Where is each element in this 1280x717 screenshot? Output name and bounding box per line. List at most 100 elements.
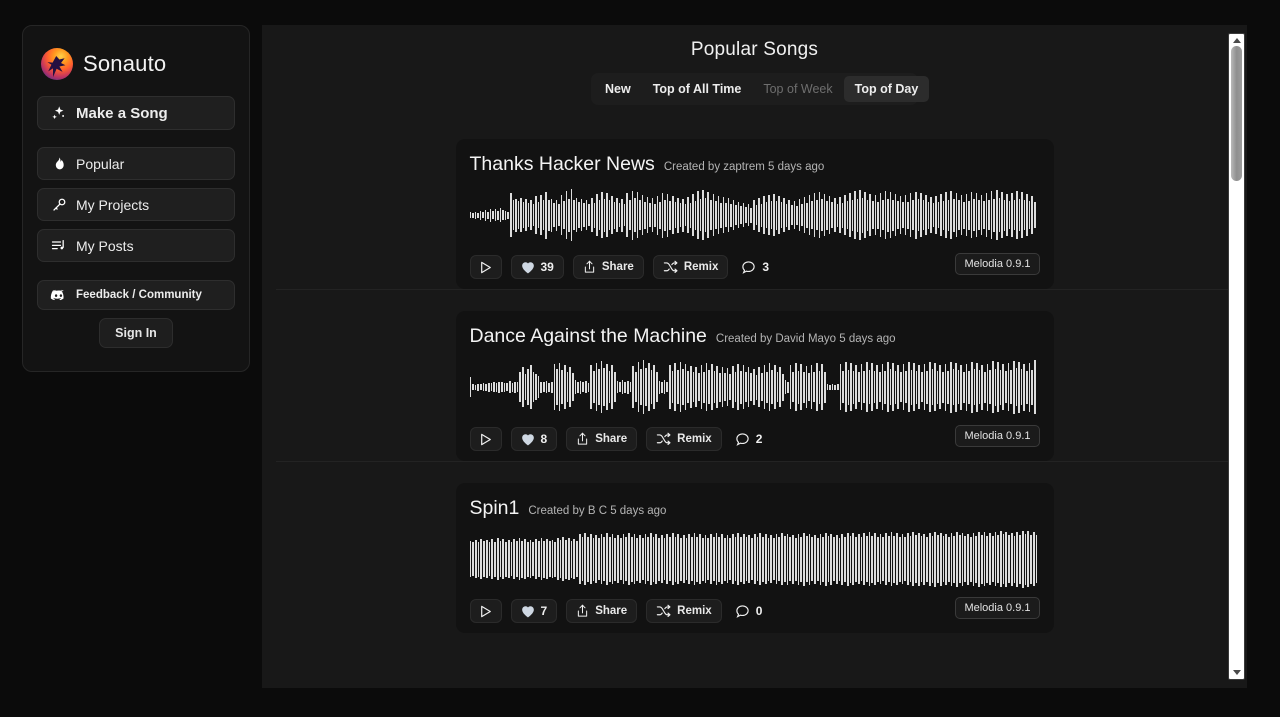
waveform-bar: [1013, 535, 1016, 583]
scroll-up-arrow-icon[interactable]: [1229, 35, 1244, 46]
waveform-bar: [768, 195, 770, 235]
comment-button[interactable]: 2: [731, 427, 767, 451]
sign-in-row: Sign In: [37, 318, 235, 348]
waveform-bar: [1021, 192, 1023, 238]
waveform-bar: [579, 380, 582, 394]
waveform-bar: [611, 534, 614, 584]
like-button[interactable]: 8: [510, 427, 558, 451]
waveform-bar: [784, 380, 787, 394]
waveform-bar: [950, 191, 952, 239]
waveform-bar: [768, 363, 771, 411]
waveform-bar: [510, 542, 513, 576]
song-card[interactable]: Spin1 Created by B C 5 days ago 7 Share Remi…: [455, 483, 1054, 633]
waveform-bar: [826, 200, 828, 230]
waveform-bar: [1019, 534, 1021, 584]
waveform-bar: [556, 369, 558, 405]
waveform-bar: [677, 534, 680, 584]
like-button[interactable]: 39: [510, 255, 564, 279]
waveform-bar: [849, 193, 851, 237]
sidebar-item-my-projects[interactable]: My Projects: [37, 188, 235, 221]
waveform-bar: [792, 372, 794, 402]
waveform-bar: [1010, 370, 1012, 404]
waveform-bar: [831, 202, 833, 228]
remix-button[interactable]: Remix: [646, 427, 722, 451]
waveform-bar: [750, 373, 752, 401]
sonauto-bird-logo-icon: [41, 48, 73, 80]
waveform-bar: [835, 534, 838, 584]
shuffle-icon: [656, 604, 671, 618]
play-button[interactable]: [469, 599, 502, 623]
waveform-bar: [589, 534, 592, 584]
waveform-bar: [720, 202, 722, 228]
sidebar-item-my-posts[interactable]: My Posts: [37, 229, 235, 262]
waveform-bar: [726, 535, 729, 583]
waveform-bar: [658, 380, 661, 394]
waveform-bar: [558, 363, 561, 411]
waveform-bar: [969, 536, 972, 582]
waveform-bar: [892, 199, 894, 231]
waveform-bar: [482, 212, 484, 218]
vertical-scrollbar[interactable]: [1228, 33, 1245, 680]
waveform-bar: [953, 535, 956, 583]
waveform-bar: [487, 211, 489, 219]
sidebar-item-label: My Posts: [76, 237, 134, 254]
waveform-bar: [1023, 200, 1026, 230]
song-card-row: Thanks Hacker News Created by zaptrem 5 d…: [262, 117, 1247, 289]
scrollbar-thumb[interactable]: [1231, 46, 1242, 181]
song-card[interactable]: Dance Against the Machine Created by Davi…: [455, 311, 1054, 461]
waveform-bar: [616, 198, 618, 232]
scroll-down-arrow-icon[interactable]: [1229, 667, 1244, 678]
waveform-bar: [569, 367, 571, 407]
remix-button[interactable]: Remix: [652, 255, 729, 279]
waveform-bar: [515, 198, 517, 232]
make-a-song-button[interactable]: Make a Song: [37, 96, 235, 130]
share-button[interactable]: Share: [566, 427, 638, 451]
waveform-bar: [834, 198, 836, 232]
play-button[interactable]: [469, 255, 502, 279]
waveform-bar: [850, 363, 852, 411]
waveform-bar: [718, 372, 721, 402]
comment-button[interactable]: 0: [731, 599, 767, 623]
feedback-community-button[interactable]: Feedback / Community: [37, 280, 235, 310]
waveform-bar: [565, 191, 568, 239]
waveform-bar: [805, 366, 808, 408]
play-button[interactable]: [469, 427, 502, 451]
waveform-bar: [841, 202, 844, 228]
waveform-bar: [540, 538, 543, 580]
waveform-bar: [567, 538, 570, 580]
waveform[interactable]: [469, 357, 1040, 417]
tab-top-of-day[interactable]: Top of Day: [843, 76, 930, 102]
waveform-bar: [942, 371, 944, 403]
waveform-bar: [659, 201, 661, 229]
waveform-bar: [927, 201, 930, 229]
share-button[interactable]: Share: [566, 599, 638, 623]
waveform-bar: [598, 369, 600, 405]
waveform-bar: [695, 367, 697, 407]
waveform-bar: [603, 537, 606, 581]
waveform-bar: [789, 365, 792, 409]
like-button[interactable]: 7: [510, 599, 558, 623]
waveform[interactable]: [469, 185, 1040, 245]
waveform-bar: [796, 205, 798, 225]
remix-button[interactable]: Remix: [646, 599, 722, 623]
waveform-bar: [590, 365, 592, 409]
sign-in-button[interactable]: Sign In: [99, 318, 173, 348]
waveform-bar: [921, 372, 923, 402]
waveform-bar: [553, 203, 555, 227]
share-icon: [576, 432, 589, 446]
tab-new[interactable]: New: [594, 76, 642, 102]
waveform-bar: [912, 200, 914, 230]
comment-button[interactable]: 3: [737, 255, 773, 279]
waveform-bar: [532, 542, 535, 576]
sidebar-item-popular[interactable]: Popular: [37, 147, 235, 180]
tab-top-of-week[interactable]: Top of Week: [752, 76, 843, 102]
waveform-bar: [893, 535, 896, 583]
waveform-bar: [510, 193, 512, 237]
waveform-bar: [637, 362, 640, 412]
share-button[interactable]: Share: [572, 255, 644, 279]
waveform-bar: [876, 536, 879, 582]
waveform-bar: [566, 372, 569, 402]
waveform[interactable]: [469, 529, 1040, 589]
song-card[interactable]: Thanks Hacker News Created by zaptrem 5 d…: [455, 139, 1054, 289]
tab-top-of-all-time[interactable]: Top of All Time: [642, 76, 753, 102]
